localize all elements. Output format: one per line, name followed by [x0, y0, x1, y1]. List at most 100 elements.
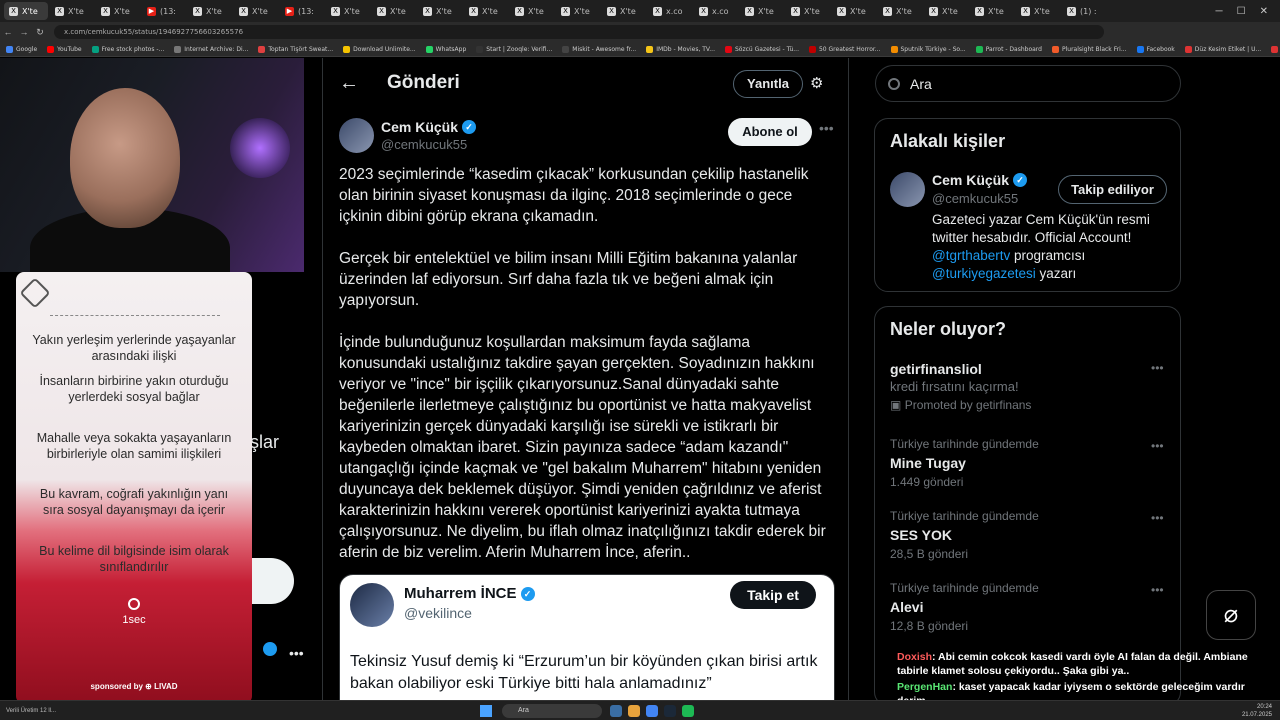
sliders-icon[interactable]: ⚙: [810, 74, 823, 92]
back-arrow-icon[interactable]: ←: [339, 72, 359, 95]
url-field[interactable]: x.com/cemkucuk55/status/1946927756603265…: [54, 25, 1104, 39]
bio-link-turkiyegazetesi[interactable]: @turkiyegazetesi: [932, 266, 1036, 281]
maximize-icon[interactable]: ☐: [1237, 6, 1246, 17]
bookmark-favicon-icon: [91, 45, 99, 53]
related-avatar[interactable]: [890, 172, 925, 207]
reload-icon[interactable]: ↻: [32, 27, 48, 38]
bookmark-item[interactable]: Download Unlimite...: [343, 45, 416, 53]
bookmark-item[interactable]: Düz Kesim Etiket | U...: [1184, 45, 1261, 53]
bookmark-item[interactable]: Facebook: [1136, 45, 1175, 53]
sidebar-item-label[interactable]: şlar: [250, 432, 279, 453]
browser-tab[interactable]: ▶ (13:: [280, 2, 324, 20]
browser-tab[interactable]: X X'te: [372, 2, 416, 20]
minimize-icon[interactable]: ─: [1216, 6, 1223, 17]
bookmark-item[interactable]: Pluralsight Black Fri...: [1051, 45, 1127, 53]
bookmark-item[interactable]: IMDb - Movies, TV...: [646, 45, 715, 53]
bookmark-item[interactable]: Parrot - Dashboard: [975, 45, 1042, 53]
forward-nav-icon[interactable]: →: [16, 27, 32, 37]
bookmark-item[interactable]: Google: [6, 45, 37, 53]
browser-tab[interactable]: X X'te: [556, 2, 600, 20]
taskbar-search[interactable]: Ara: [502, 703, 602, 718]
account-more-icon[interactable]: •••: [289, 645, 304, 661]
chrome-icon[interactable]: [646, 704, 658, 717]
steam-icon[interactable]: [664, 704, 676, 717]
trend-more-icon[interactable]: •••: [1151, 361, 1164, 375]
author-name[interactable]: Cem Küçük ✓: [381, 119, 477, 135]
bookmark-item[interactable]: Özel Kesim Etiket -...: [1271, 45, 1280, 53]
x-icon: X: [193, 6, 202, 16]
bio-link-tgrthabertv[interactable]: @tgrthabertv: [932, 248, 1010, 263]
browser-tab[interactable]: X X'te: [96, 2, 140, 20]
trend-item[interactable]: Türkiye tarihinde gündemde Mine Tugay 1.…: [890, 437, 1170, 489]
bookmark-item[interactable]: Miskit - Awesome fr...: [562, 45, 636, 53]
bookmark-item[interactable]: Start | Zooqle: Verifi...: [476, 45, 552, 53]
browser-tab[interactable]: X X'te: [4, 2, 48, 20]
browser-tab[interactable]: ▶ (13:: [142, 2, 186, 20]
bookmark-item[interactable]: Free stock photos -...: [91, 45, 164, 53]
x-icon: X: [423, 6, 432, 16]
browser-tab[interactable]: X X'te: [464, 2, 508, 20]
author-handle[interactable]: @cemkucuk55: [381, 137, 467, 152]
grok-icon[interactable]: ⌀: [1206, 590, 1256, 640]
webcam-feed: [0, 58, 304, 272]
tab-label: X'te: [850, 6, 866, 16]
post-button[interactable]: [250, 558, 294, 604]
browser-tab[interactable]: X X'te: [832, 2, 876, 20]
trend-more-icon[interactable]: •••: [1151, 583, 1164, 597]
tweet-paragraph: Gerçek bir entelektüel ve bilim insanı M…: [339, 250, 798, 309]
trend-more-icon[interactable]: •••: [1151, 439, 1164, 453]
browser-tab[interactable]: X (1) :: [1062, 2, 1106, 20]
author-avatar[interactable]: [339, 118, 374, 153]
browser-tab[interactable]: X X'te: [510, 2, 554, 20]
bookmark-item[interactable]: Sözcü Gazetesi - Tü...: [724, 45, 799, 53]
browser-tab[interactable]: Xx.co: [694, 2, 738, 20]
spotify-icon[interactable]: [682, 704, 694, 717]
browser-tab[interactable]: X X'te: [234, 2, 278, 20]
subscribe-button[interactable]: Abone ol: [728, 118, 812, 146]
browser-tab[interactable]: X X'te: [602, 2, 646, 20]
browser-tab[interactable]: X X'te: [1016, 2, 1060, 20]
promoted-trend[interactable]: getirfinansliol kredi fırsatını kaçırma!…: [890, 361, 1170, 412]
clock[interactable]: 20:24 21.07.2025: [1242, 703, 1280, 719]
follow-button[interactable]: Takip et: [730, 581, 816, 609]
more-options-icon[interactable]: •••: [819, 120, 834, 136]
following-button[interactable]: Takip ediliyor: [1058, 175, 1167, 204]
folder-icon[interactable]: [628, 704, 640, 717]
search-input[interactable]: [910, 75, 1150, 92]
promo-title: getirfinansliol: [890, 361, 982, 377]
browser-tab[interactable]: X X'te: [326, 2, 370, 20]
quote-author-name[interactable]: Muharrem İNCE ✓: [404, 585, 535, 602]
browser-tab[interactable]: X X'te: [418, 2, 462, 20]
browser-tab[interactable]: X X'te: [786, 2, 830, 20]
bookmark-item[interactable]: Internet Archive: Di...: [174, 45, 248, 53]
bookmark-item[interactable]: Toptan Tişört Sweat...: [258, 45, 333, 53]
bookmark-item[interactable]: WhatsApp: [425, 45, 466, 53]
bookmark-item[interactable]: YouTube: [47, 45, 82, 53]
browser-tab[interactable]: X X'te: [740, 2, 784, 20]
browser-tab[interactable]: X X'te: [970, 2, 1014, 20]
browser-tab[interactable]: X X'te: [50, 2, 94, 20]
back-nav-icon[interactable]: ←: [0, 27, 16, 37]
browser-tab[interactable]: X X'te: [878, 2, 922, 20]
trend-item[interactable]: Türkiye tarihinde gündemde SES YOK 28,5 …: [890, 509, 1170, 561]
bookmark-label: 50 Greatest Horror...: [818, 45, 881, 53]
related-handle[interactable]: @cemkucuk55: [932, 191, 1018, 206]
quote-avatar[interactable]: [350, 583, 394, 627]
trend-item[interactable]: Türkiye tarihinde gündemde Alevi 12,8 B …: [890, 581, 1170, 633]
taskbar-widget[interactable]: Verili Üretim 12 ll...: [0, 708, 480, 714]
bookmark-item[interactable]: 50 Greatest Horror...: [808, 45, 881, 53]
start-menu-icon[interactable]: [480, 704, 492, 717]
quoted-tweet[interactable]: Muharrem İNCE ✓ @vekilince Takip et Teki…: [339, 574, 835, 700]
search-box[interactable]: [875, 65, 1181, 102]
browser-tab[interactable]: Xx.co: [648, 2, 692, 20]
purple-light-glow: [230, 118, 290, 178]
trend-more-icon[interactable]: •••: [1151, 511, 1164, 525]
reply-button[interactable]: Yanıtla: [733, 70, 803, 98]
file-explorer-icon[interactable]: [610, 704, 622, 717]
browser-tab[interactable]: X X'te: [188, 2, 232, 20]
close-window-icon[interactable]: ✕: [1260, 6, 1268, 17]
browser-tab[interactable]: X X'te: [924, 2, 968, 20]
bookmark-item[interactable]: Sputnik Türkiye - So...: [890, 45, 966, 53]
quote-author-handle[interactable]: @vekilince: [404, 605, 472, 621]
related-name[interactable]: Cem Küçük ✓: [932, 172, 1028, 188]
